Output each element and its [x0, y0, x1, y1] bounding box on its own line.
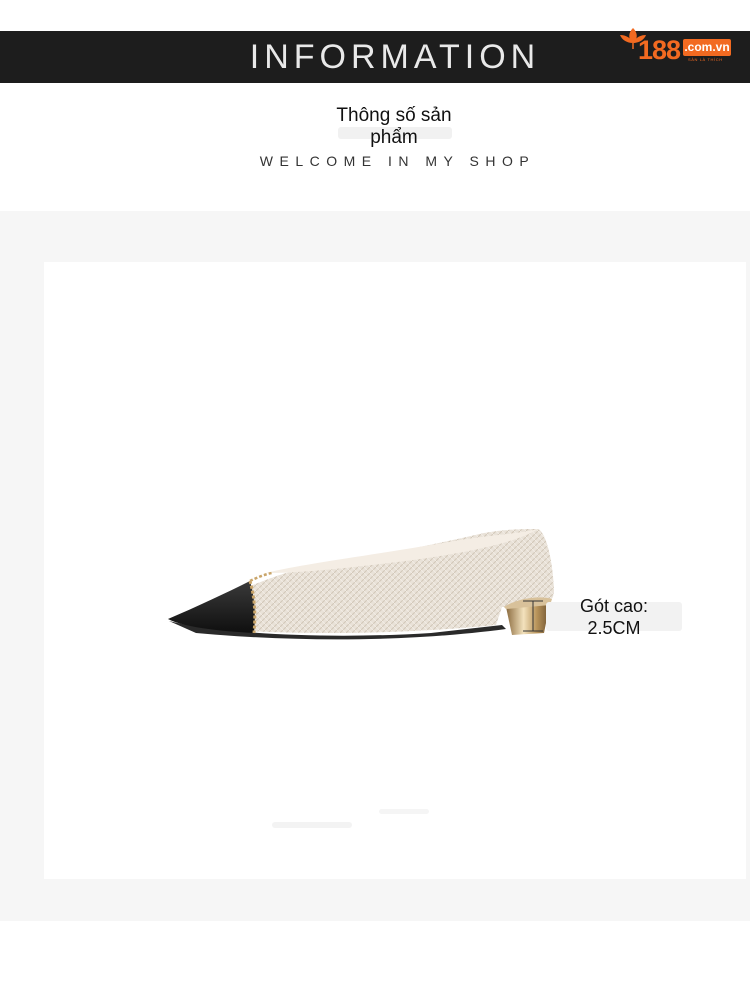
floor-shadow [272, 822, 352, 828]
logo-number: 188 [638, 35, 681, 65]
bottom-spacer [0, 921, 750, 998]
shoe-image [168, 529, 554, 640]
heel-height-marker [523, 600, 543, 632]
heading-area: Thông số sản phẩm WELCOME IN MY SHOP [0, 83, 750, 211]
welcome-subtitle: WELCOME IN MY SHOP [259, 153, 536, 169]
floor-shadow [379, 809, 429, 814]
product-spec-title: Thông số sản phẩm [336, 105, 452, 148]
logo-tagline: SẢN LÀ THÍCH [688, 57, 723, 62]
product-section: Gót cao: 2.5CM [0, 211, 750, 921]
logo-domain: .com.vn [683, 39, 731, 56]
product-card: Gót cao: 2.5CM [44, 262, 746, 879]
heel-height-label: Gót cao: 2.5CM [579, 596, 649, 638]
information-banner: INFORMATION 188 .com.vn SẢN LÀ THÍCH [0, 28, 750, 83]
brand-logo[interactable]: 188 .com.vn SẢN LÀ THÍCH [618, 25, 742, 71]
